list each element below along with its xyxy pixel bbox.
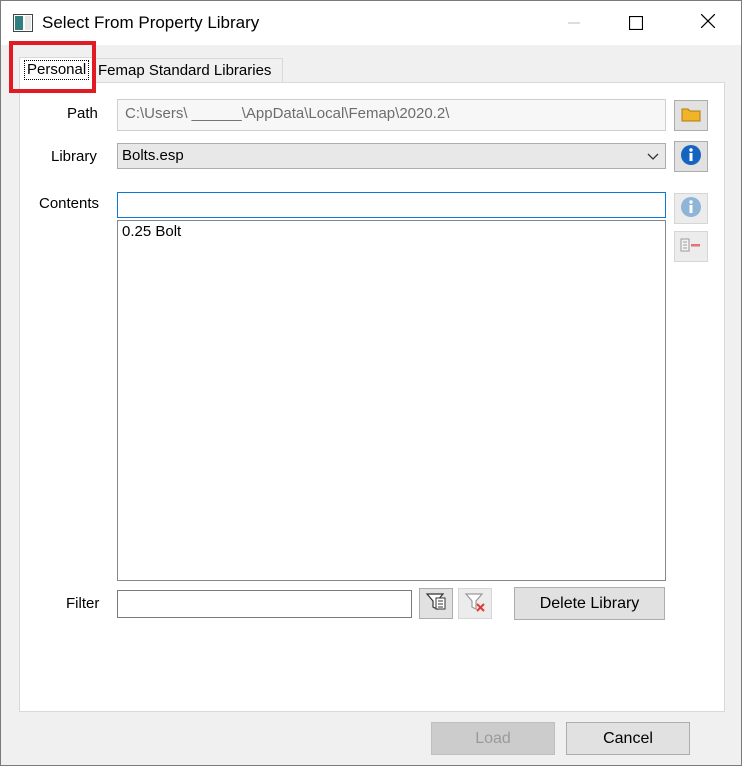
apply-filter-button[interactable] bbox=[419, 588, 453, 619]
remove-entry-icon bbox=[680, 237, 702, 257]
filter-input[interactable] bbox=[117, 590, 412, 618]
clear-filter-button[interactable] bbox=[458, 588, 492, 619]
list-item[interactable]: 0.25 Bolt bbox=[122, 223, 181, 240]
filter-label: Filter bbox=[66, 595, 100, 612]
library-selected-value: Bolts.esp bbox=[122, 147, 184, 164]
close-icon bbox=[700, 13, 716, 32]
library-info-button[interactable] bbox=[674, 141, 708, 172]
folder-icon bbox=[681, 106, 701, 126]
delete-library-button[interactable]: Delete Library bbox=[514, 587, 665, 620]
contents-label: Contents bbox=[39, 195, 100, 212]
close-button[interactable] bbox=[685, 1, 731, 45]
contents-info-button[interactable] bbox=[674, 193, 708, 224]
remove-entry-button[interactable] bbox=[674, 231, 708, 262]
minimize-button[interactable] bbox=[551, 1, 597, 45]
dialog-window: Select From Property Library Personal Fe… bbox=[0, 0, 742, 766]
title-bar[interactable]: Select From Property Library bbox=[1, 1, 741, 45]
library-label: Library bbox=[51, 148, 97, 165]
info-icon bbox=[680, 196, 702, 222]
tab-personal[interactable]: Personal bbox=[19, 57, 93, 83]
contents-list[interactable]: 0.25 Bolt bbox=[117, 220, 666, 581]
tab-femap-standard-libraries[interactable]: Femap Standard Libraries bbox=[93, 58, 283, 82]
path-field: C:\Users\ ______\AppData\Local\Femap\202… bbox=[117, 99, 666, 131]
library-select[interactable]: Bolts.esp bbox=[117, 143, 666, 169]
window-title: Select From Property Library bbox=[42, 13, 260, 32]
cancel-button[interactable]: Cancel bbox=[566, 722, 690, 755]
tab-personal-label: Personal bbox=[24, 60, 90, 80]
app-window-icon bbox=[13, 14, 33, 32]
maximize-button[interactable] bbox=[613, 1, 659, 45]
tab-femap-standard-libraries-label: Femap Standard Libraries bbox=[98, 62, 272, 79]
load-button[interactable]: Load bbox=[431, 722, 555, 755]
contents-search-input[interactable] bbox=[117, 192, 666, 218]
chevron-down-icon bbox=[647, 148, 659, 165]
filter-icon bbox=[425, 591, 447, 617]
path-label: Path bbox=[67, 105, 98, 122]
browse-button[interactable] bbox=[674, 100, 708, 131]
info-icon bbox=[680, 144, 702, 170]
clear-filter-icon bbox=[464, 591, 486, 617]
